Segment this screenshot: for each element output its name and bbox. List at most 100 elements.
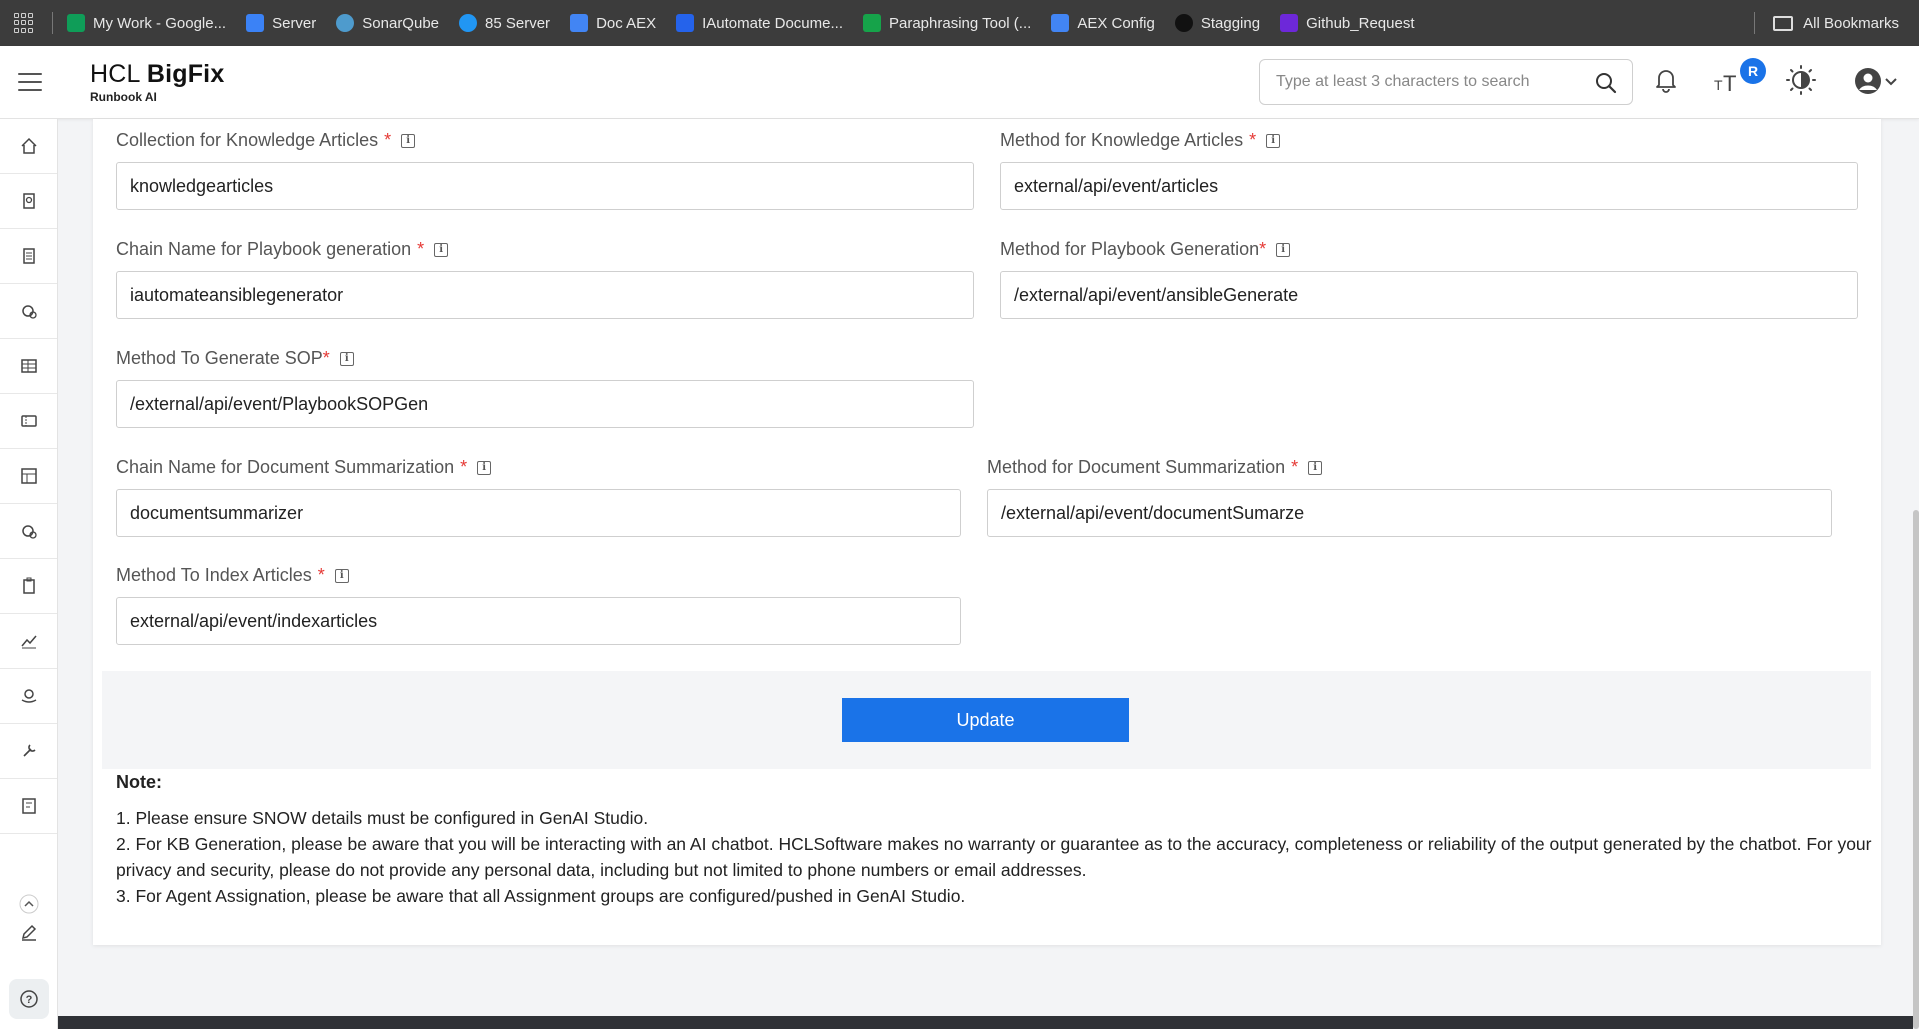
info-icon[interactable]: i bbox=[1276, 242, 1291, 257]
brand-subtitle: Runbook AI bbox=[90, 90, 157, 104]
bookmark-label: AEX Config bbox=[1077, 14, 1155, 32]
bookmark-item[interactable]: Stagging bbox=[1174, 14, 1261, 32]
brand-logo[interactable]: HCL BigFix Runbook AI bbox=[90, 60, 224, 104]
user-avatar-icon[interactable] bbox=[1854, 67, 1900, 95]
chain-playbook-input[interactable] bbox=[116, 271, 974, 319]
label-text: Method To Index Articles bbox=[116, 565, 312, 585]
sidebar-item[interactable] bbox=[0, 559, 57, 614]
info-icon[interactable]: i bbox=[434, 242, 449, 257]
method-playbook-input[interactable] bbox=[1000, 271, 1858, 319]
menu-icon[interactable] bbox=[18, 73, 42, 91]
sidebar-item[interactable] bbox=[0, 119, 57, 174]
method-ka-label: Method for Knowledge Articles * i bbox=[1000, 130, 1281, 151]
collection-ka-input[interactable] bbox=[116, 162, 974, 210]
help-icon: ? bbox=[20, 990, 38, 1008]
dashboard-icon bbox=[20, 468, 37, 484]
google-docs-icon bbox=[1051, 14, 1070, 32]
server-icon bbox=[459, 14, 478, 32]
form-actions: Update bbox=[102, 671, 1871, 769]
bookmark-item[interactable]: My Work - Google... bbox=[67, 14, 226, 32]
bookmark-label: My Work - Google... bbox=[93, 14, 227, 32]
help-button[interactable]: ? bbox=[9, 979, 49, 1019]
notification-badge: R bbox=[1740, 58, 1766, 84]
label-text: Method To Generate SOP bbox=[116, 348, 323, 368]
sidebar-item[interactable] bbox=[0, 284, 57, 339]
info-icon[interactable]: i bbox=[477, 460, 492, 475]
sidebar-item[interactable] bbox=[0, 174, 57, 229]
chain-docsum-input[interactable] bbox=[116, 489, 961, 537]
left-sidebar: ? bbox=[0, 119, 58, 1029]
edit-icon[interactable] bbox=[0, 922, 57, 942]
label-text: Method for Document Summarization bbox=[987, 457, 1286, 477]
sidebar-item[interactable] bbox=[0, 724, 57, 779]
bookmark-item[interactable]: Server bbox=[246, 14, 316, 32]
sidebar-item[interactable] bbox=[0, 779, 57, 834]
clipboard-icon bbox=[22, 577, 35, 594]
info-icon[interactable]: i bbox=[339, 351, 354, 366]
quillbot-icon bbox=[863, 14, 881, 32]
sidebar-item[interactable] bbox=[0, 504, 57, 559]
note-title: Note: bbox=[116, 772, 162, 792]
brand-title: HCL BigFix bbox=[90, 60, 224, 89]
bookmark-item[interactable]: 85 Server bbox=[459, 14, 550, 32]
search-icon[interactable] bbox=[1594, 71, 1618, 95]
theme-contrast-icon[interactable] bbox=[1785, 64, 1817, 96]
required-mark: * bbox=[460, 457, 468, 477]
confluence-icon bbox=[676, 14, 695, 32]
bookmark-label: Stagging bbox=[1200, 14, 1261, 32]
label-text: Chain Name for Document Summarization bbox=[116, 457, 455, 477]
method-index-input[interactable] bbox=[116, 597, 961, 645]
bookmark-item[interactable]: Github_Request bbox=[1280, 14, 1414, 32]
sidebar-item[interactable] bbox=[0, 449, 57, 504]
analytics-chart-icon bbox=[20, 635, 37, 649]
google-docs-icon bbox=[570, 14, 589, 32]
note-line-3: 3. For Agent Assignation, please be awar… bbox=[116, 886, 966, 906]
all-bookmarks-button[interactable]: All Bookmarks bbox=[1754, 0, 1899, 46]
bookmark-label: Server bbox=[272, 14, 317, 32]
global-search bbox=[1259, 59, 1633, 105]
sidebar-item[interactable] bbox=[0, 614, 57, 669]
apps-grid-icon[interactable] bbox=[14, 13, 34, 33]
bookmark-item[interactable]: Doc AEX bbox=[570, 14, 656, 32]
info-icon[interactable]: i bbox=[334, 568, 349, 583]
info-icon[interactable]: i bbox=[401, 133, 416, 148]
knowledge-icon bbox=[22, 193, 35, 209]
method-docsum-input[interactable] bbox=[987, 489, 1832, 537]
info-icon[interactable]: i bbox=[1308, 460, 1323, 475]
method-index-label: Method To Index Articles * i bbox=[116, 565, 349, 586]
info-icon[interactable]: i bbox=[1266, 133, 1281, 148]
bookmark-item[interactable]: SonarQube bbox=[336, 14, 439, 32]
table-icon bbox=[20, 359, 37, 373]
sidebar-item[interactable] bbox=[0, 394, 57, 449]
divider bbox=[52, 12, 53, 34]
label-text: Method for Knowledge Articles bbox=[1000, 130, 1244, 150]
required-mark: * bbox=[417, 239, 425, 259]
bookmark-item[interactable]: AEX Config bbox=[1051, 14, 1155, 32]
required-mark: * bbox=[1249, 130, 1257, 150]
chain-docsum-label: Chain Name for Document Summarization * i bbox=[116, 457, 492, 478]
method-docsum-label: Method for Document Summarization * i bbox=[987, 457, 1323, 478]
bell-icon[interactable] bbox=[1653, 66, 1679, 94]
app-header: HCL BigFix Runbook AI TT R bbox=[0, 46, 1919, 119]
method-sop-input[interactable] bbox=[116, 380, 974, 428]
collapse-up-icon[interactable] bbox=[0, 894, 57, 914]
divider bbox=[1754, 12, 1756, 34]
sidebar-item[interactable] bbox=[0, 669, 57, 724]
brand-prefix: HCL bbox=[90, 60, 147, 88]
bookmark-item[interactable]: IAutomate Docume... bbox=[676, 14, 843, 32]
github-request-icon bbox=[1280, 14, 1299, 32]
update-button[interactable]: Update bbox=[842, 698, 1129, 742]
tools-icon bbox=[22, 744, 36, 757]
page-scrollbar[interactable] bbox=[1913, 510, 1919, 1029]
folder-icon bbox=[1773, 15, 1794, 31]
document-icon bbox=[22, 248, 35, 264]
sidebar-item[interactable] bbox=[0, 339, 57, 394]
bookmark-item[interactable]: Paraphrasing Tool (... bbox=[863, 14, 1031, 32]
search-input[interactable] bbox=[1276, 73, 1586, 91]
sidebar-item[interactable] bbox=[0, 229, 57, 284]
method-ka-input[interactable] bbox=[1000, 162, 1858, 210]
svg-text:?: ? bbox=[26, 994, 33, 1006]
bookmark-label: 85 Server bbox=[485, 14, 551, 32]
settings-cog-icon bbox=[21, 525, 37, 539]
ticket-icon bbox=[20, 415, 37, 427]
